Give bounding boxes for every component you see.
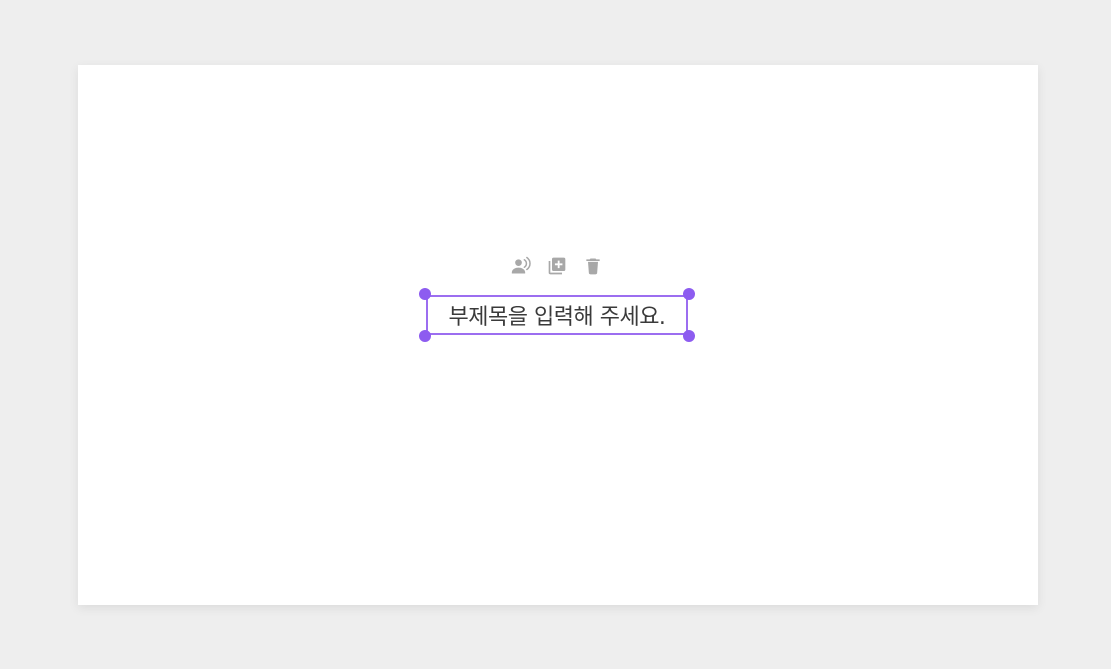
- add-copy-icon: [548, 257, 566, 275]
- slide-canvas[interactable]: 부제목을 입력해 주세요.: [78, 65, 1038, 605]
- trash-icon: [586, 258, 600, 275]
- editor-workspace: 부제목을 입력해 주세요.: [0, 0, 1111, 669]
- resize-handle-bottom-left[interactable]: [419, 330, 431, 342]
- delete-button[interactable]: [581, 254, 605, 278]
- voice-narration-icon: [511, 256, 531, 274]
- subtitle-textbox[interactable]: 부제목을 입력해 주세요.: [419, 288, 695, 342]
- subtitle-placeholder: 부제목을 입력해 주세요.: [448, 305, 666, 330]
- element-toolbar: [509, 254, 609, 278]
- duplicate-button[interactable]: [545, 254, 569, 278]
- resize-handle-bottom-right[interactable]: [683, 330, 695, 342]
- resize-handle-top-left[interactable]: [419, 288, 431, 300]
- voice-narration-button[interactable]: [509, 254, 533, 278]
- resize-handle-top-right[interactable]: [683, 288, 695, 300]
